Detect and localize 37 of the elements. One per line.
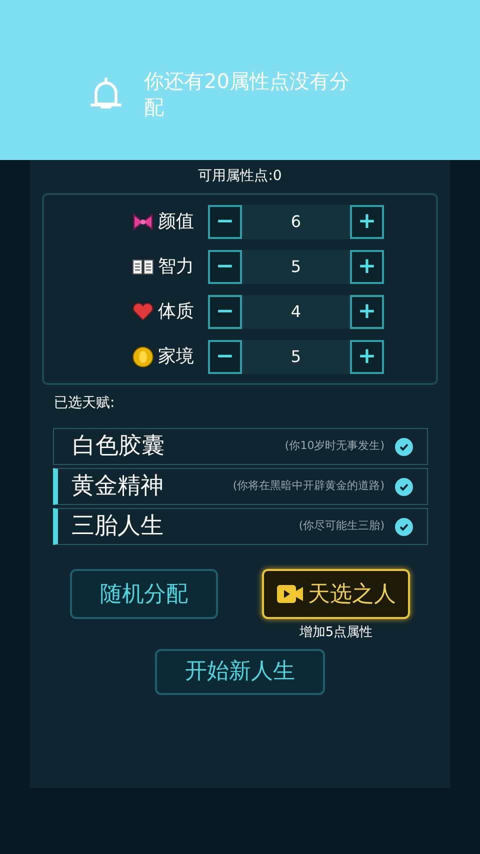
coin-icon (132, 346, 154, 368)
decrease-button[interactable]: − (208, 204, 242, 238)
attribute-label: 家境 (158, 345, 195, 369)
talent-name: 三胎人生 (72, 512, 164, 542)
increase-button[interactable]: + (350, 340, 384, 374)
available-points: 可用属性点:0 (198, 167, 282, 186)
attribute-label: 体质 (158, 300, 195, 324)
bow-icon (132, 212, 154, 232)
attribute-label: 智力 (158, 255, 195, 279)
attribute-value: 5 (242, 250, 350, 284)
talent-description: (你将在黑暗中开辟黄金的道路) (232, 478, 384, 494)
video-camera-icon (276, 583, 304, 605)
random-allocate-button[interactable]: 随机分配 (70, 569, 218, 619)
increase-button[interactable]: + (350, 204, 384, 238)
heart-icon (132, 302, 154, 322)
start-new-life-button[interactable]: 开始新人生 (155, 648, 325, 694)
decrease-button[interactable]: − (208, 340, 242, 374)
talent-name: 白色胶囊 (72, 432, 164, 462)
increase-button[interactable]: + (350, 294, 384, 328)
talent-card[interactable]: 三胎人生 (你尽可能生三胎) (52, 508, 428, 545)
attribute-value: 5 (242, 340, 350, 374)
talent-card[interactable]: 黄金精神 (你将在黑暗中开辟黄金的道路) (52, 468, 428, 505)
talent-description: (你尽可能生三胎) (298, 518, 384, 534)
talent-name: 黄金精神 (72, 472, 164, 502)
talent-description: (你10岁时无事发生) (284, 438, 384, 454)
increase-button[interactable]: + (350, 250, 384, 284)
decrease-button[interactable]: − (208, 294, 242, 328)
attribute-value: 4 (242, 294, 350, 328)
bonus-note: 增加5点属性 (299, 624, 373, 642)
decrease-button[interactable]: − (208, 250, 242, 284)
video-reward-button[interactable]: 天选之人 (262, 569, 410, 619)
talents-heading: 已选天赋: (54, 394, 115, 413)
attribute-value: 6 (242, 204, 350, 238)
book-icon (132, 256, 154, 276)
talent-card[interactable]: 白色胶囊 (你10岁时无事发生) (52, 428, 428, 465)
notification-message: 你还有20属性点没有分配 (144, 68, 350, 120)
attribute-label: 颜值 (158, 210, 195, 234)
